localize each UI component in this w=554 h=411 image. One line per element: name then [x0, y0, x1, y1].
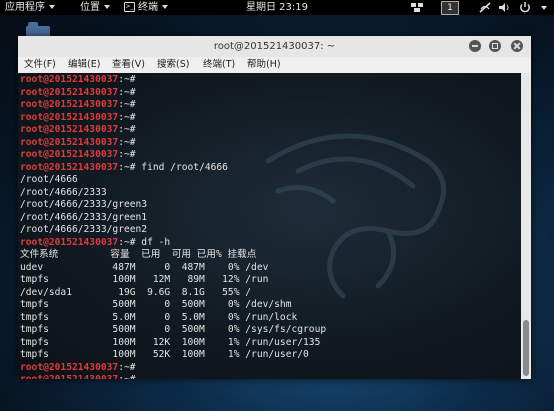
applications-menu[interactable]: 应用程序	[5, 0, 55, 15]
terminal-prompt-line: root@201521430037:~# find /root/4666	[20, 162, 326, 175]
menu-file[interactable]: 文件(F)	[24, 57, 56, 73]
menu-search[interactable]: 搜索(S)	[157, 57, 189, 73]
terminal-output-line: udev 487M 0 487M 0% /dev	[20, 261, 269, 273]
workspace-indicator[interactable]: 1	[441, 1, 459, 15]
prompt-path: :~#	[118, 374, 135, 379]
prompt-user: root@201521430037	[20, 86, 119, 98]
terminal-prompt-line: root@201521430037:~#	[20, 74, 326, 87]
terminal-output-line: /root/4666/2333	[20, 186, 107, 198]
terminal-output: root@201521430037:~# root@201521430037:~#…	[20, 74, 326, 379]
prompt-path: :~#	[118, 161, 136, 173]
caret-down-icon	[162, 5, 168, 9]
terminal-prompt-line: root@201521430037:~#	[20, 124, 326, 137]
menu-help[interactable]: 帮助(H)	[247, 57, 281, 73]
prompt-user: root@201521430037	[20, 111, 119, 123]
terminal-app-menu-label: 终端	[138, 2, 158, 13]
window-titlebar[interactable]: root@201521430037: ~	[18, 36, 531, 57]
network-icon[interactable]	[410, 1, 424, 14]
applications-menu-label: 应用程序	[5, 2, 45, 13]
terminal-prompt-line: root@201521430037:~#	[20, 362, 326, 375]
places-menu[interactable]: 位置	[80, 0, 110, 15]
caret-down-icon	[104, 5, 110, 9]
terminal-prompt-line: root@201521430037:~#	[20, 87, 326, 100]
prompt-path: :~#	[118, 136, 136, 148]
volume-icon[interactable]	[497, 1, 511, 14]
terminal-prompt-line: root@201521430037:~#	[20, 99, 326, 112]
menu-terminal[interactable]: 终端(T)	[203, 57, 235, 73]
terminal-output-line: tmpfs 500M 0 500M 0% /sys/fs/cgroup	[20, 324, 327, 335]
prompt-command: find /root/4666	[135, 161, 228, 173]
prompt-user: root@201521430037	[20, 136, 119, 148]
window-title: root@201521430037: ~	[213, 41, 336, 52]
prompt-path: :~#	[118, 149, 136, 160]
terminal-output-line: tmpfs 100M 52K 100M 1% /run/user/0	[20, 349, 309, 360]
terminal-output-line: tmpfs 500M 0 500M 0% /dev/shm	[20, 299, 292, 310]
terminal-output-line: /root/4666/2333/green3	[20, 199, 148, 210]
terminal-prompt-line: root@201521430037:~#	[20, 374, 326, 379]
prompt-path: :~#	[118, 111, 136, 123]
scrollbar[interactable]	[521, 73, 531, 379]
caret-down-icon[interactable]	[541, 6, 547, 10]
prompt-user: root@201521430037	[20, 99, 119, 110]
menu-bar: 文件(F) 编辑(E) 查看(V) 搜索(S) 终端(T) 帮助(H)	[18, 57, 531, 74]
prompt-path: :~#	[118, 236, 136, 248]
prompt-path: :~#	[118, 361, 136, 373]
scrollbar-thumb[interactable]	[523, 320, 529, 376]
close-button[interactable]	[511, 40, 523, 52]
prompt-path: :~#	[118, 86, 136, 98]
terminal-prompt-line: root@201521430037:~#	[20, 112, 326, 125]
terminal-output-line: tmpfs 100M 12M 89M 12% /run	[20, 274, 269, 285]
minimize-button[interactable]	[469, 40, 481, 52]
terminal-output-line: /root/4666/2333/green1	[20, 211, 148, 223]
prompt-user: root@201521430037	[20, 374, 118, 379]
menu-edit[interactable]: 编辑(E)	[68, 57, 100, 73]
terminal-output-line: /dev/sda1 19G 9.6G 8.1G 55% /	[20, 286, 252, 298]
prompt-user: root@201521430037	[20, 124, 119, 135]
power-icon[interactable]	[518, 1, 532, 14]
prompt-user: root@201521430037	[20, 161, 119, 173]
menu-view[interactable]: 查看(V)	[112, 57, 145, 73]
terminal-output-line: /root/4666/2333/green2	[20, 224, 148, 235]
prompt-user: root@201521430037	[20, 149, 119, 160]
prompt-user: root@201521430037	[20, 361, 119, 373]
prompt-path: :~#	[118, 99, 136, 110]
terminal-icon: >_	[124, 2, 135, 12]
prompt-user: root@201521430037	[20, 74, 119, 85]
top-panel: 应用程序 位置 >_ 终端 星期日 23:19 1	[0, 0, 554, 15]
prompt-path: :~#	[118, 124, 136, 135]
prompt-command: df -h	[135, 236, 171, 248]
caret-down-icon	[49, 5, 55, 9]
terminal-app-menu[interactable]: >_ 终端	[124, 0, 168, 15]
terminal-output-line: tmpfs 100M 12K 100M 1% /run/user/135	[20, 336, 321, 348]
terminal-output-line: tmpfs 5.0M 0 5.0M 0% /run/lock	[20, 311, 298, 323]
terminal-output-line: /root/4666	[20, 174, 78, 185]
prompt-path: :~#	[118, 74, 136, 85]
places-menu-label: 位置	[80, 2, 100, 13]
terminal-prompt-line: root@201521430037:~# df -h	[20, 237, 326, 250]
terminal-prompt-line: root@201521430037:~#	[20, 137, 326, 150]
maximize-button[interactable]	[489, 40, 501, 52]
terminal-area[interactable]: root@201521430037:~# root@201521430037:~#…	[18, 73, 521, 379]
terminal-window: root@201521430037: ~ 文件(F) 编辑(E) 查看(V) 搜…	[18, 36, 531, 379]
terminal-output-line: 文件系统 容量 已用 可用 已用% 挂载点	[20, 249, 257, 260]
terminal-prompt-line: root@201521430037:~#	[20, 149, 326, 162]
clock[interactable]: 星期日 23:19	[246, 0, 308, 15]
no-network-icon[interactable]	[478, 1, 492, 14]
prompt-user: root@201521430037	[20, 236, 119, 248]
